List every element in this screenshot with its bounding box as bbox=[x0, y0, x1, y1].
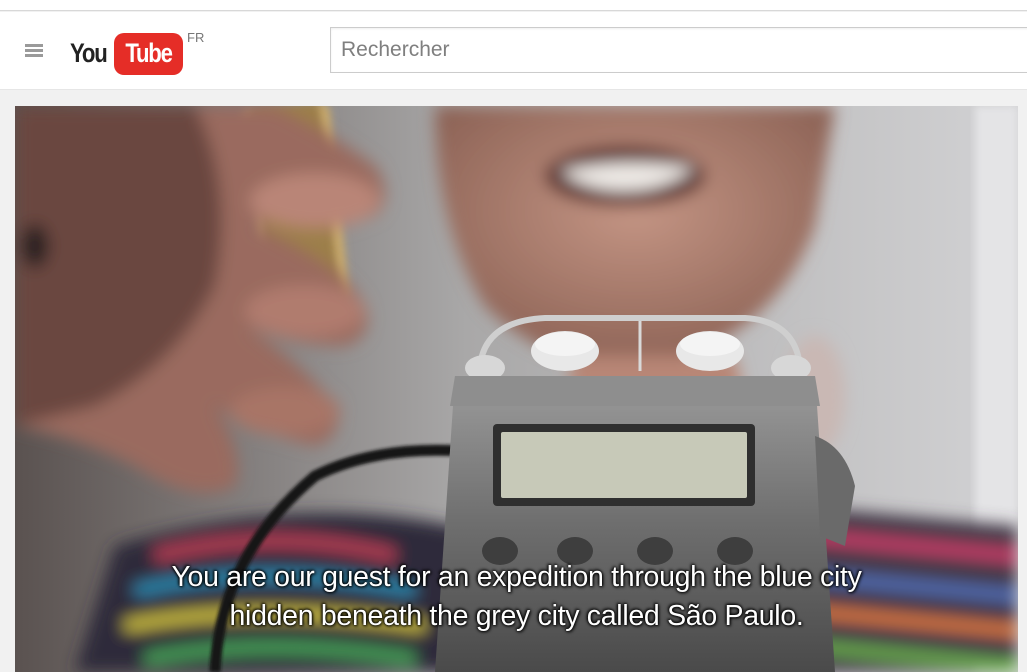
subtitles: You are our guest for an expedition thro… bbox=[15, 558, 1018, 636]
logo-tube-text: Tube bbox=[125, 38, 173, 68]
logo-country-code: FR bbox=[187, 30, 205, 45]
search-input[interactable] bbox=[330, 27, 1027, 73]
browser-top-edge bbox=[0, 0, 1027, 11]
subtitle-line-2: hidden beneath the grey city called São … bbox=[229, 600, 804, 632]
subtitle-line-1: You are our guest for an expedition thro… bbox=[171, 561, 862, 593]
youtube-page: You Tube FR Rechercher You are our guest… bbox=[0, 0, 1027, 672]
youtube-logo[interactable]: You Tube FR bbox=[70, 30, 210, 78]
logo-you-text: You bbox=[70, 38, 108, 68]
menu-icon[interactable] bbox=[22, 38, 48, 64]
masthead: You Tube FR bbox=[0, 12, 1027, 90]
logo-tube-badge: Tube bbox=[114, 33, 183, 75]
video-player[interactable]: You are our guest for an expedition thro… bbox=[15, 106, 1018, 672]
